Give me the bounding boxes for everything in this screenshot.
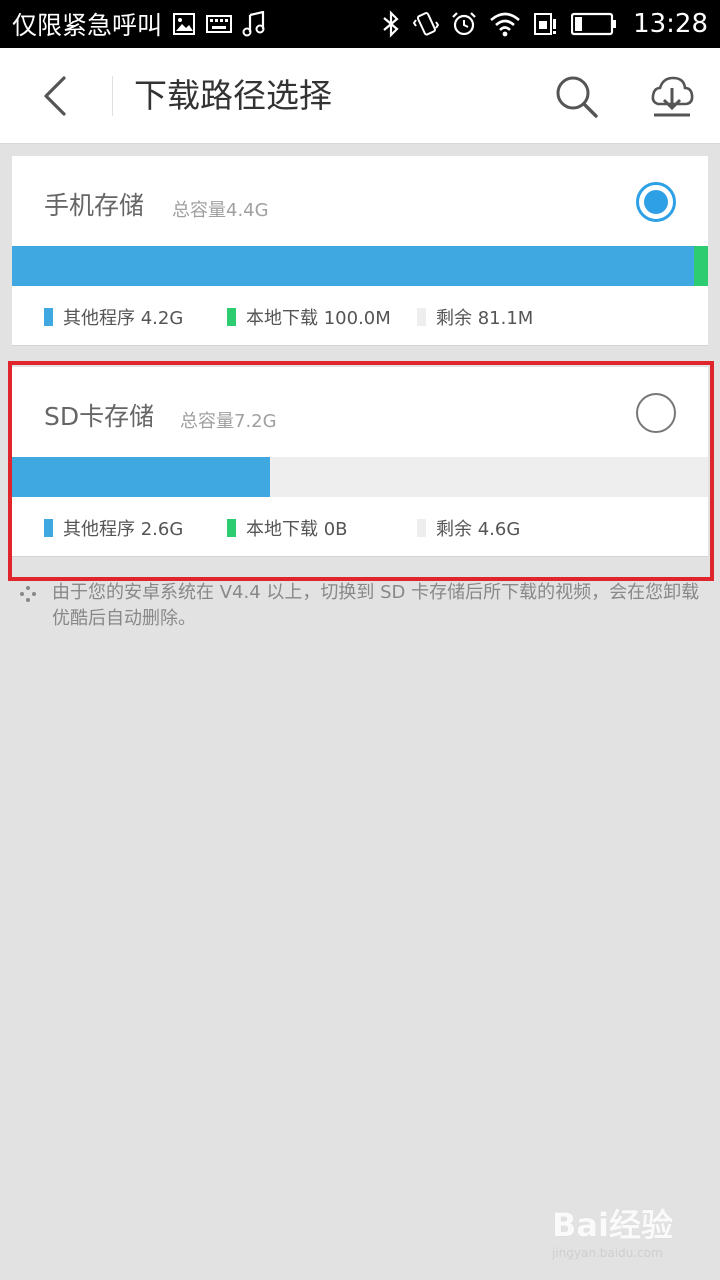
sd-storage-title: SD卡存储 [44, 402, 155, 431]
back-button[interactable] [30, 70, 82, 122]
legend-other: 其他程序 4.2G [44, 304, 227, 330]
sim-icon [533, 11, 559, 37]
phone-storage-title: 手机存储 [44, 191, 145, 220]
sd-storage-capacity: 总容量7.2G [180, 411, 277, 432]
back-icon [44, 76, 66, 116]
sd-storage-bar [12, 457, 708, 497]
legend-free: 剩余 4.6G [417, 515, 520, 541]
status-bar-right: 13:28 [381, 9, 708, 39]
phone-bar-other-segment [12, 246, 695, 286]
legend-local: 本地下载 0B [227, 515, 417, 541]
legend-local: 本地下载 100.0M [227, 304, 417, 330]
legend-local-label: 本地下载 0B [246, 519, 348, 540]
download-button[interactable] [646, 70, 698, 122]
legend-other: 其他程序 2.6G [44, 515, 227, 541]
phone-bar-local-segment [694, 246, 708, 286]
status-bar: 仅限紧急呼叫 13:28 [0, 0, 720, 48]
legend-free-swatch [417, 519, 426, 537]
phone-storage-radio[interactable] [636, 182, 676, 222]
title-bar: 下载路径选择 [0, 48, 720, 144]
legend-free-label: 剩余 81.1M [436, 308, 534, 329]
clock-time: 13:28 [633, 9, 708, 39]
sd-card-note: 由于您的安卓系统在 V4.4 以上，切换到 SD 卡存储后所下载的视频，会在您卸… [18, 580, 708, 632]
legend-free: 剩余 81.1M [417, 304, 533, 330]
sd-storage-card[interactable]: SD卡存储 总容量7.2G 其他程序 2.6G 本地下载 0B 剩余 4.6G [12, 367, 708, 557]
gallery-icon [172, 12, 196, 36]
sd-storage-radio[interactable] [636, 393, 676, 433]
vibrate-icon [413, 10, 440, 38]
status-bar-left: 仅限紧急呼叫 [12, 6, 266, 42]
baidu-jingyan-watermark: Bai经验 jingyan.baidu.com [552, 1200, 692, 1266]
wifi-icon [489, 11, 521, 37]
page: 仅限紧急呼叫 13:28 下载路径选择 手机存储 总容量4.4G 其他程序 4.… [0, 0, 720, 1280]
search-icon [556, 76, 598, 118]
bluetooth-icon [381, 10, 401, 38]
alarm-icon [451, 11, 477, 37]
legend-local-label: 本地下载 100.0M [246, 308, 391, 329]
legend-other-label: 其他程序 2.6G [63, 519, 184, 540]
page-title: 下载路径选择 [134, 76, 332, 115]
legend-free-label: 剩余 4.6G [436, 519, 521, 540]
watermark-logo: Bai经验 [552, 1206, 673, 1244]
music-icon [242, 11, 266, 37]
keyboard-icon [206, 14, 233, 34]
legend-local-swatch [227, 519, 236, 537]
sd-storage-legend: 其他程序 2.6G 本地下载 0B 剩余 4.6G [44, 515, 520, 541]
legend-other-label: 其他程序 4.2G [63, 308, 184, 329]
legend-free-swatch [417, 308, 426, 326]
battery-icon [571, 12, 617, 36]
phone-storage-bar [12, 246, 708, 286]
carrier-text: 仅限紧急呼叫 [12, 11, 163, 40]
phone-storage-card[interactable]: 手机存储 总容量4.4G 其他程序 4.2G 本地下载 100.0M 剩余 81… [12, 156, 708, 346]
sd-bar-other-segment [12, 457, 270, 497]
legend-other-swatch [44, 308, 53, 326]
phone-storage-legend: 其他程序 4.2G 本地下载 100.0M 剩余 81.1M [44, 304, 533, 330]
download-icon [651, 76, 694, 117]
sparkle-icon [18, 584, 38, 604]
legend-other-swatch [44, 519, 53, 537]
phone-storage-capacity: 总容量4.4G [172, 200, 269, 221]
header-divider [112, 76, 113, 116]
search-button[interactable] [552, 72, 602, 122]
note-text: 由于您的安卓系统在 V4.4 以上，切换到 SD 卡存储后所下载的视频，会在您卸… [52, 582, 700, 629]
watermark-url: jingyan.baidu.com [552, 1246, 663, 1260]
legend-local-swatch [227, 308, 236, 326]
